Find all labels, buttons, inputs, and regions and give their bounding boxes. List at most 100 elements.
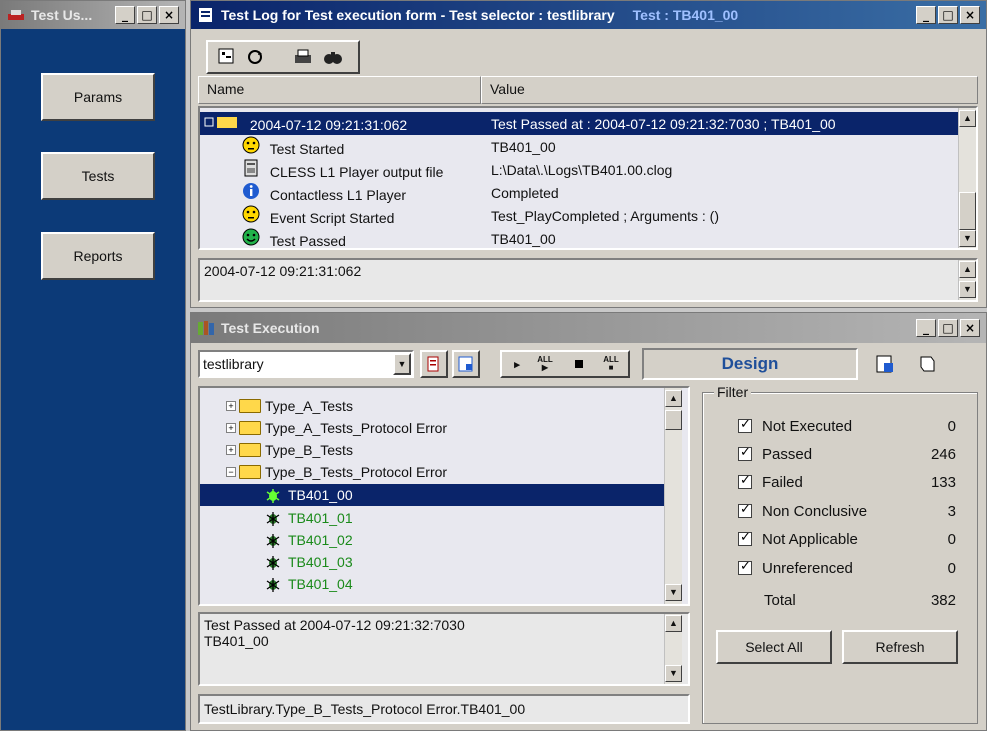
value-column-header[interactable]: Value <box>481 76 978 104</box>
stop-all-icon[interactable]: ALL ■ <box>598 351 624 377</box>
expand-icon[interactable]: + <box>226 445 236 455</box>
play-icon[interactable]: ▸ <box>504 351 530 377</box>
minimize-icon[interactable]: _ <box>115 6 135 24</box>
checkbox-icon[interactable] <box>738 473 752 489</box>
reload-icon[interactable] <box>912 349 942 379</box>
result-box: Test Passed at 2004-07-12 09:21:32:7030 … <box>198 612 690 686</box>
log-detail-box: 2004-07-12 09:21:31:062 <box>198 258 978 302</box>
print-icon[interactable] <box>290 44 316 70</box>
stop-icon[interactable] <box>566 351 592 377</box>
name-column-header[interactable]: Name <box>198 76 481 104</box>
log-row[interactable]: Test Started TB401_00 <box>200 135 958 158</box>
log-row-value: Test Passed at : 2004-07-12 09:21:32:703… <box>491 115 836 132</box>
tree-folder[interactable]: − Type_B_Tests_Protocol Error <box>226 461 447 483</box>
test-execution-titlebar[interactable]: Test Execution <box>191 313 986 343</box>
play-all-icon[interactable]: ALL ▶ <box>532 351 558 377</box>
tree-folder-label: Type_B_Tests <box>265 442 353 458</box>
tree-folder[interactable]: + Type_B_Tests <box>226 439 353 461</box>
expand-icon[interactable]: + <box>226 423 236 433</box>
filter-not-applicable[interactable]: Not Applicable 0 <box>738 525 956 553</box>
log-detail-text: 2004-07-12 09:21:31:062 <box>204 263 362 279</box>
filter-item-count: 3 <box>947 502 956 520</box>
log-row[interactable]: CLESS L1 Player output file L:\Data\.\Lo… <box>200 158 958 181</box>
collapse-icon[interactable]: − <box>226 467 236 477</box>
checkbox-icon[interactable] <box>738 530 752 546</box>
log-detail-scrollbar[interactable]: ▲ ▼ <box>958 260 976 300</box>
filter-failed[interactable]: Failed 133 <box>738 468 956 496</box>
log-grid-scrollbar[interactable]: ▲ ▼ <box>958 108 976 248</box>
scroll-down-icon[interactable]: ▼ <box>665 584 682 601</box>
log-row-name: Contactless L1 Player <box>269 187 407 203</box>
tree-test-item[interactable]: TB401_03 <box>264 551 353 573</box>
log-row-value: TB401_00 <box>491 230 556 247</box>
filter-passed[interactable]: Passed 246 <box>738 440 956 468</box>
log-row-value: TB401_00 <box>491 138 556 155</box>
checkbox-icon[interactable] <box>738 502 752 518</box>
test-log-title-test: Test : TB401_00 <box>632 7 739 23</box>
log-row-name: Test Passed <box>269 233 346 249</box>
checkbox-icon[interactable] <box>738 445 752 461</box>
tests-button[interactable]: Tests <box>41 152 155 200</box>
filter-not-executed[interactable]: Not Executed 0 <box>738 412 956 440</box>
refresh-button[interactable]: Refresh <box>842 630 958 664</box>
log-row[interactable]: Test Passed TB401_00 <box>200 227 958 250</box>
tree-folder[interactable]: + Type_A_Tests <box>226 395 353 417</box>
tree-test-item[interactable]: TB401_01 <box>264 507 353 529</box>
tree-view-icon[interactable] <box>214 44 240 70</box>
maximize-icon[interactable]: □ <box>938 6 958 24</box>
tree-test-label: TB401_01 <box>288 510 353 526</box>
scroll-up-icon[interactable]: ▲ <box>959 110 976 127</box>
checkbox-icon[interactable] <box>738 559 752 575</box>
expand-icon[interactable]: + <box>226 401 236 411</box>
bug-icon <box>266 512 280 526</box>
minimize-icon[interactable]: _ <box>916 319 936 337</box>
result-line-2: TB401_00 <box>204 633 269 649</box>
scroll-down-icon[interactable]: ▼ <box>959 230 976 247</box>
tree-test-item[interactable]: TB401_04 <box>264 573 353 595</box>
open-library-icon[interactable] <box>420 350 448 378</box>
tree-folder[interactable]: + Type_A_Tests_Protocol Error <box>226 417 447 439</box>
log-row[interactable]: 2004-07-12 09:21:31:062 Test Passed at :… <box>200 112 958 135</box>
checkbox-icon[interactable] <box>738 417 752 433</box>
test-execution-window-controls: _ □ × <box>916 319 980 337</box>
filter-item-label: Unreferenced <box>762 559 853 577</box>
refresh-log-icon[interactable] <box>242 44 268 70</box>
scroll-up-icon[interactable]: ▲ <box>665 390 682 407</box>
close-icon[interactable]: × <box>159 6 179 24</box>
scroll-thumb[interactable] <box>959 192 976 230</box>
library-icon <box>198 321 214 335</box>
params-button[interactable]: Params <box>41 73 155 121</box>
scroll-thumb[interactable] <box>665 410 682 430</box>
reports-button[interactable]: Reports <box>41 232 155 280</box>
scroll-up-icon[interactable]: ▲ <box>959 261 976 278</box>
scroll-down-icon[interactable]: ▼ <box>665 665 682 682</box>
close-icon[interactable]: × <box>960 319 980 337</box>
close-icon[interactable]: × <box>960 6 980 24</box>
tree-test-item[interactable]: TB401_00 <box>200 484 664 506</box>
filter-item-count: 246 <box>930 445 956 463</box>
library-select[interactable]: testlibrary ▼ <box>198 350 414 378</box>
filter-item-count: 133 <box>930 473 956 491</box>
test-log-titlebar[interactable]: Test Log for Test execution form - Test … <box>191 1 986 29</box>
result-scrollbar[interactable]: ▲ ▼ <box>664 614 682 684</box>
filter-unreferenced[interactable]: Unreferenced 0 <box>738 554 956 582</box>
tree-test-item[interactable]: TB401_02 <box>264 529 353 551</box>
scroll-up-icon[interactable]: ▲ <box>665 615 682 632</box>
select-all-button[interactable]: Select All <box>716 630 832 664</box>
find-icon[interactable] <box>320 44 346 70</box>
tree-scrollbar[interactable]: ▲ ▼ <box>664 388 682 604</box>
log-row[interactable]: Contactless L1 Player Completed <box>200 181 958 204</box>
mode-indicator: Design <box>642 348 858 380</box>
properties-icon[interactable] <box>452 350 480 378</box>
log-row[interactable]: Event Script Started Test_PlayCompleted … <box>200 204 958 227</box>
chevron-down-icon[interactable]: ▼ <box>393 353 411 375</box>
folder-icon <box>239 421 261 435</box>
scroll-down-icon[interactable]: ▼ <box>959 281 976 298</box>
maximize-icon[interactable]: □ <box>938 319 958 337</box>
export-icon[interactable] <box>870 349 900 379</box>
minimize-icon[interactable]: _ <box>916 6 936 24</box>
maximize-icon[interactable]: □ <box>137 6 157 24</box>
tree-test-label: TB401_00 <box>288 487 353 503</box>
filter-non-conclusive[interactable]: Non Conclusive 3 <box>738 497 956 525</box>
result-line-1: Test Passed at 2004-07-12 09:21:32:7030 <box>204 617 465 633</box>
